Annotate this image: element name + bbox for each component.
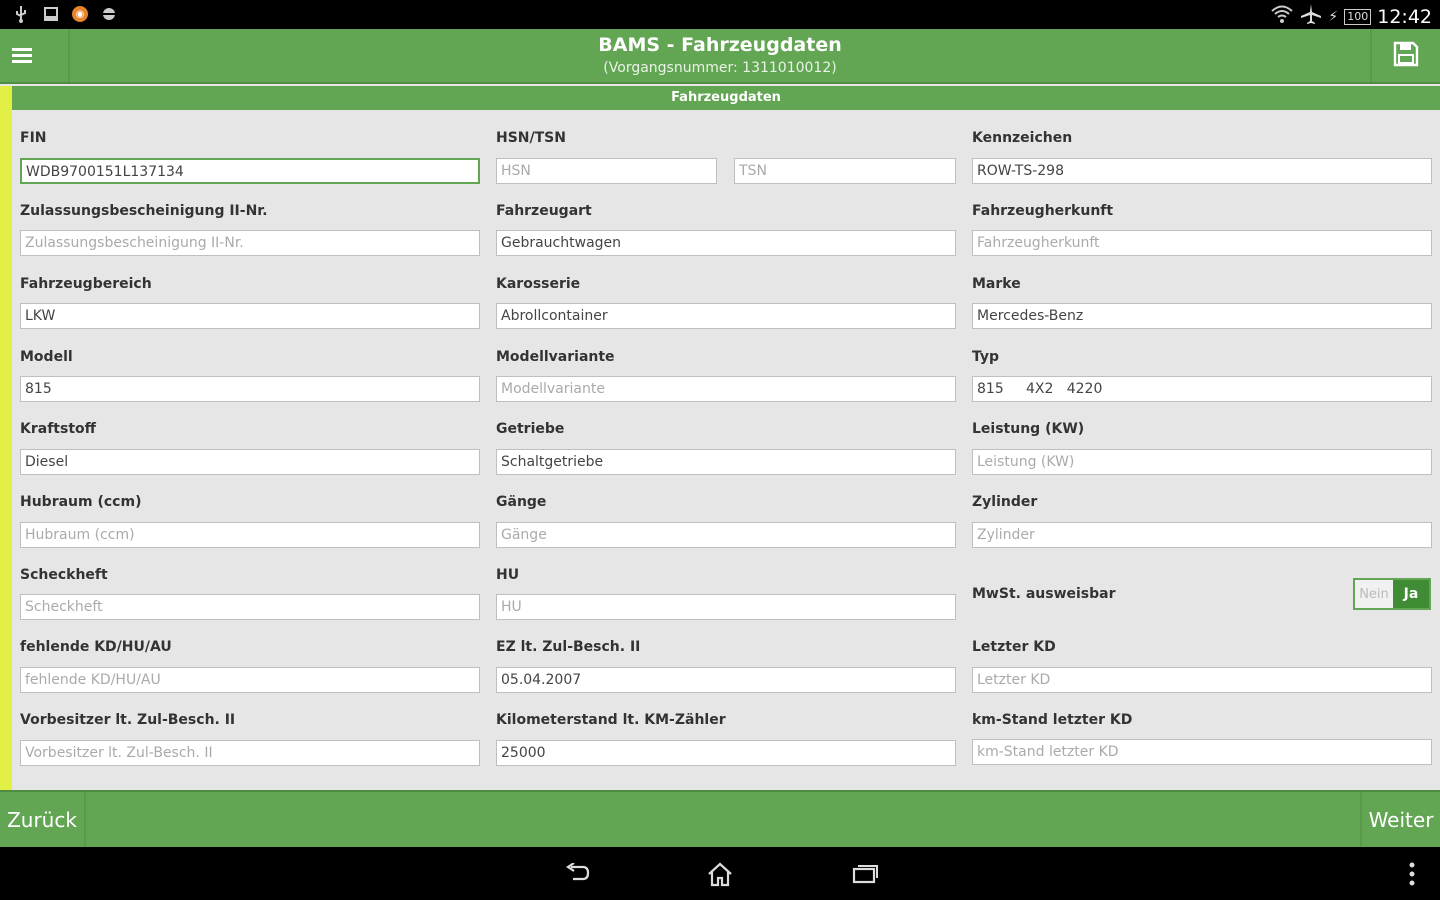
marke-input[interactable]: Mercedes-Benz bbox=[972, 303, 1432, 329]
battery-icon: 100 bbox=[1344, 8, 1372, 25]
android-debug-icon bbox=[100, 5, 118, 23]
next-button[interactable]: Weiter bbox=[1360, 792, 1440, 847]
kraftstoff-input[interactable]: Diesel bbox=[20, 449, 480, 475]
fahrzeugherkunft-input[interactable]: Fahrzeugherkunft bbox=[972, 230, 1432, 256]
typ-label: Typ bbox=[972, 349, 1000, 365]
fahrzeugbereich-input[interactable]: LKW bbox=[20, 303, 480, 329]
letzter-kd-label: Letzter KD bbox=[972, 639, 1056, 655]
download-icon bbox=[42, 5, 60, 23]
fahrzeugherkunft-label: Fahrzeugherkunft bbox=[972, 203, 1114, 219]
hubraum-input[interactable]: Hubraum (ccm) bbox=[20, 522, 480, 548]
overflow-menu-icon[interactable] bbox=[1392, 859, 1432, 889]
nav-back-icon[interactable] bbox=[558, 859, 598, 889]
kennzeichen-label: Kennzeichen bbox=[972, 130, 1073, 146]
nav-home-icon[interactable] bbox=[700, 859, 740, 889]
kraftstoff-label: Kraftstoff bbox=[20, 421, 96, 437]
mwst-option-ja[interactable]: Ja bbox=[1393, 580, 1429, 608]
scheckheft-label: Scheckheft bbox=[20, 567, 108, 583]
vorbesitzer-input[interactable]: Vorbesitzer lt. Zul-Besch. II bbox=[20, 740, 480, 766]
karosserie-label: Karosserie bbox=[496, 276, 581, 292]
scheckheft-input[interactable]: Scheckheft bbox=[20, 594, 480, 620]
zb2-input[interactable]: Zulassungsbescheinigung II-Nr. bbox=[20, 230, 480, 256]
charging-icon: ⚡ bbox=[1328, 8, 1339, 25]
mwst-label: MwSt. ausweisbar bbox=[972, 586, 1116, 602]
getriebe-label: Getriebe bbox=[496, 421, 565, 437]
menu-button[interactable] bbox=[0, 29, 70, 82]
action-bar: BAMS - Fahrzeugdaten (Vorgangsnummer: 13… bbox=[0, 29, 1440, 84]
modellvariante-input[interactable]: Modellvariante bbox=[496, 376, 956, 402]
vehicle-data-form: FIN WDB9700151L137134 HSN/TSN HSN TSN Ke… bbox=[12, 112, 1440, 788]
hsn-input[interactable]: HSN bbox=[496, 158, 717, 184]
ez-input[interactable]: 05.04.2007 bbox=[496, 667, 956, 693]
save-icon bbox=[1393, 41, 1419, 71]
km-letzter-kd-label: km-Stand letzter KD bbox=[972, 712, 1133, 728]
km-stand-label: Kilometerstand lt. KM-Zähler bbox=[496, 712, 726, 728]
title-block: BAMS - Fahrzeugdaten (Vorgangsnummer: 13… bbox=[0, 34, 1440, 76]
km-stand-input[interactable]: 25000 bbox=[496, 740, 956, 766]
usb-icon bbox=[12, 5, 30, 23]
karosserie-input[interactable]: Abrollcontainer bbox=[496, 303, 956, 329]
bottom-bar: Zurück Weiter bbox=[0, 790, 1440, 847]
fin-input[interactable]: WDB9700151L137134 bbox=[20, 158, 480, 184]
hu-input[interactable]: HU bbox=[496, 594, 956, 620]
page-subtitle: (Vorgangsnummer: 1311010012) bbox=[603, 60, 837, 76]
modell-input[interactable]: 815 bbox=[20, 376, 480, 402]
gaenge-label: Gänge bbox=[496, 494, 547, 510]
hu-label: HU bbox=[496, 567, 520, 583]
marke-label: Marke bbox=[972, 276, 1021, 292]
kennzeichen-input[interactable]: ROW-TS-298 bbox=[972, 158, 1432, 184]
save-button[interactable] bbox=[1370, 29, 1440, 82]
modell-label: Modell bbox=[20, 349, 73, 365]
hsn-tsn-label: HSN/TSN bbox=[496, 130, 566, 146]
typ-input[interactable]: 815 4X2 4220 bbox=[972, 376, 1432, 402]
page-title: BAMS - Fahrzeugdaten bbox=[598, 34, 842, 56]
fin-label: FIN bbox=[20, 130, 47, 146]
mwst-option-nein[interactable]: Nein bbox=[1355, 580, 1393, 608]
zylinder-label: Zylinder bbox=[972, 494, 1038, 510]
fahrzeugart-label: Fahrzeugart bbox=[496, 203, 592, 219]
accent-stripe bbox=[0, 86, 12, 790]
hubraum-label: Hubraum (ccm) bbox=[20, 494, 142, 510]
clock: 12:42 bbox=[1377, 5, 1432, 28]
wifi-icon bbox=[1270, 4, 1294, 29]
hamburger-menu-icon bbox=[12, 45, 32, 66]
fahrzeugbereich-label: Fahrzeugbereich bbox=[20, 276, 152, 292]
getriebe-input[interactable]: Schaltgetriebe bbox=[496, 449, 956, 475]
vorbesitzer-label: Vorbesitzer lt. Zul-Besch. II bbox=[20, 712, 236, 728]
back-button[interactable]: Zurück bbox=[0, 792, 86, 847]
fehlende-kd-input[interactable]: fehlende KD/HU/AU bbox=[20, 667, 480, 693]
app-notification-icon: ◉ bbox=[72, 6, 88, 22]
zb2-label: Zulassungsbescheinigung II-Nr. bbox=[20, 203, 268, 219]
airplane-mode-icon bbox=[1300, 3, 1322, 30]
mwst-toggle[interactable]: Nein Ja bbox=[1353, 578, 1431, 610]
leistung-label: Leistung (KW) bbox=[972, 421, 1085, 437]
fehlende-kd-label: fehlende KD/HU/AU bbox=[20, 639, 172, 655]
system-nav-bar bbox=[0, 847, 1440, 900]
tsn-input[interactable]: TSN bbox=[734, 158, 956, 184]
status-bar: ◉ ⚡ 100 12:42 bbox=[0, 0, 1440, 29]
ez-label: EZ lt. Zul-Besch. II bbox=[496, 639, 641, 655]
letzter-kd-input[interactable]: Letzter KD bbox=[972, 667, 1432, 693]
fahrzeugart-input[interactable]: Gebrauchtwagen bbox=[496, 230, 956, 256]
modellvariante-label: Modellvariante bbox=[496, 349, 615, 365]
km-letzter-kd-input[interactable]: km-Stand letzter KD bbox=[972, 739, 1432, 765]
section-header: Fahrzeugdaten bbox=[12, 86, 1440, 110]
leistung-input[interactable]: Leistung (KW) bbox=[972, 449, 1432, 475]
nav-recents-icon[interactable] bbox=[845, 859, 885, 889]
gaenge-input[interactable]: Gänge bbox=[496, 522, 956, 548]
zylinder-input[interactable]: Zylinder bbox=[972, 522, 1432, 548]
